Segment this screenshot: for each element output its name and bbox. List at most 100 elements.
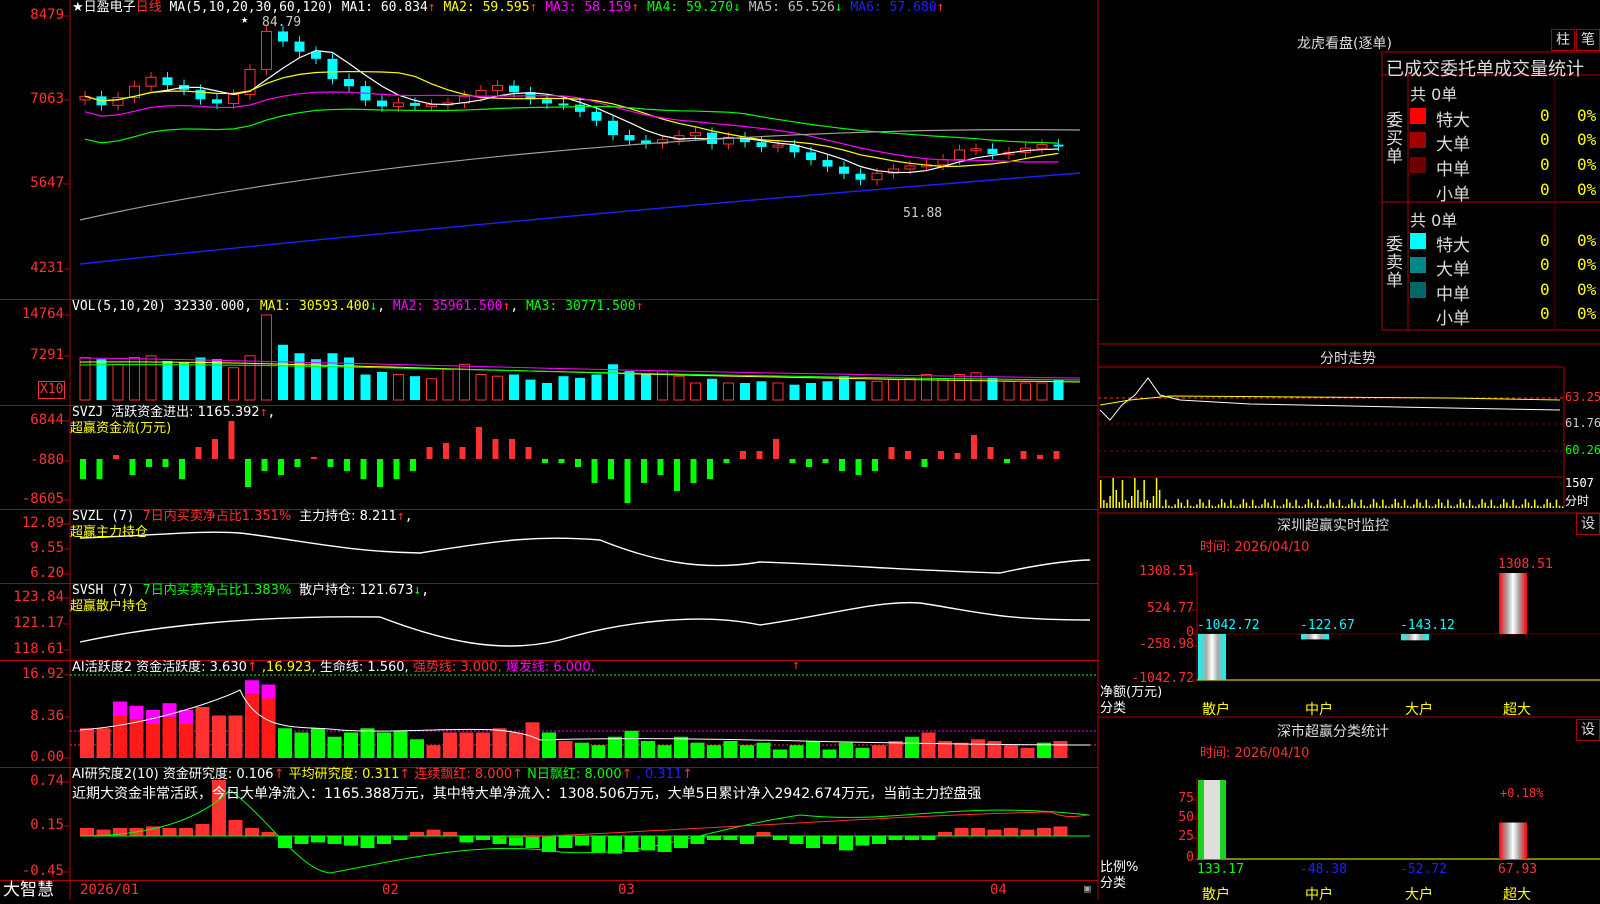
- svzj-bar: [872, 459, 878, 471]
- vol-ma-label-3: MA3: 30771.500: [525, 299, 636, 314]
- fenshi-vol-bar: [1518, 506, 1520, 508]
- classify-category-2: 大户: [1405, 887, 1433, 903]
- stock-name[interactable]: ★日盈电子: [72, 0, 136, 15]
- fenshi-vol-bar: [1351, 499, 1353, 508]
- huoyue-bar: [839, 742, 853, 758]
- huoyue-bar: [360, 728, 375, 758]
- monitor-bar-1: [1301, 634, 1329, 640]
- ma-label-4: MA4: 59.270: [646, 0, 734, 15]
- yanjiu-item-4: N日飘红: 8.000: [527, 767, 622, 782]
- vol-bar-up: [1003, 380, 1015, 401]
- buy-row-count-3: 0: [1540, 180, 1550, 199]
- huoyue-cap: [179, 710, 193, 724]
- buy-swatch-0: [1410, 108, 1426, 124]
- fenshi-vol-bar: [1416, 499, 1418, 508]
- candle-down: [212, 99, 222, 104]
- fenshi-vol-bar: [1162, 506, 1164, 508]
- vol-bar-up: [937, 378, 949, 401]
- huoyue-cap: [162, 703, 177, 718]
- fenshi-vol-bar: [1298, 505, 1300, 508]
- candle-down: [195, 89, 206, 100]
- vol-bar-down: [641, 374, 651, 400]
- fenshi-vol-bar: [1527, 502, 1530, 508]
- vol-bar-down: [195, 357, 206, 400]
- vol-ma-label-2: MA2: 35961.500: [392, 299, 503, 314]
- huoyue-bar: [459, 732, 474, 758]
- fenshi-vol-bar: [1425, 499, 1427, 508]
- ma-arrow-5: ↓: [834, 0, 843, 15]
- svzj-bar: [954, 453, 961, 459]
- yanjiu-bar: [327, 836, 342, 844]
- huoyue-bar: [971, 739, 985, 758]
- fenshi-vol-bar: [1320, 505, 1322, 508]
- fenshi-vol-bar: [1205, 506, 1207, 508]
- candle-down: [575, 104, 585, 112]
- yanjiu-bar: [1020, 829, 1035, 836]
- ma1-line: [84, 49, 1059, 174]
- huoyue-bar: [113, 715, 127, 758]
- yanjiu-bar: [245, 828, 259, 836]
- fenshi-vol-bar: [1503, 499, 1505, 508]
- candle-up: [970, 148, 982, 152]
- huoyue-bar: [492, 728, 507, 758]
- svzj-bar: [624, 459, 631, 503]
- svsh-yaxis-2: 118.61: [13, 641, 64, 657]
- vol-bar-down: [806, 383, 816, 400]
- monitor-bar-3: [1499, 573, 1527, 634]
- huoyue-bar: [558, 741, 573, 758]
- svzj-bar: [608, 459, 614, 479]
- fenshi-vol-bar: [1233, 505, 1235, 508]
- svzj-bar: [591, 459, 598, 483]
- huoyue-bar: [80, 728, 94, 758]
- sell-row-name-0: 特大: [1436, 236, 1470, 256]
- lock-icon[interactable]: ▣: [1084, 882, 1091, 895]
- sep: [741, 0, 749, 15]
- buy-row-count-0: 0: [1540, 106, 1550, 125]
- yanjiu-bar: [888, 836, 903, 840]
- fenshi-vol-bar: [1369, 504, 1372, 508]
- period-label[interactable]: 日线: [136, 0, 162, 15]
- vol-bar-up: [261, 314, 272, 401]
- svzj-bar: [459, 447, 466, 459]
- huoyue-bar: [723, 741, 738, 758]
- huoyue-bar: [921, 732, 936, 758]
- column-button[interactable]: 柱: [1551, 29, 1575, 51]
- fenshi-vol-bar: [1264, 499, 1266, 508]
- yanjiu-bar: [674, 836, 688, 848]
- yanjiu-bar: [377, 836, 391, 844]
- fenshi-vol-bar: [1546, 499, 1548, 508]
- vol-bar-up: [690, 382, 701, 401]
- fenshi-vol-bar: [1465, 506, 1468, 508]
- candle-down: [1053, 144, 1064, 147]
- classify-value-label-0: 133.17: [1197, 862, 1244, 877]
- svzj-bar: [278, 459, 284, 475]
- vol-bar-down: [558, 376, 569, 400]
- yanjiu-yaxis-2: -0.45: [21, 863, 64, 879]
- fenshi-vol-bar: [1385, 505, 1387, 508]
- yanjiu-arrow-4: ↑: [621, 767, 633, 782]
- monitor-yaxis-3: -258.98: [1139, 637, 1194, 652]
- monitor-settings-button[interactable]: 设: [1576, 513, 1600, 535]
- fenshi-vol-bar: [1180, 502, 1183, 508]
- svzj-bar: [311, 457, 317, 459]
- vol-bar-up: [244, 355, 256, 401]
- classify-settings-button[interactable]: 设: [1576, 719, 1600, 741]
- classify-pct-label: +0.18%: [1500, 786, 1544, 800]
- tick-button[interactable]: 笔: [1576, 29, 1600, 51]
- yanjiu-bar: [294, 836, 309, 844]
- fenshi-vol-bar: [1382, 499, 1384, 508]
- huoyue-bar: [674, 736, 688, 758]
- yanjiu-item-5: , 0.311: [636, 767, 683, 782]
- yanjiu-bar: [195, 824, 210, 836]
- vol-yaxis-1: 7291: [30, 347, 64, 363]
- fenshi-vol-bar: [1158, 490, 1161, 508]
- huoyue-bar: [410, 739, 424, 758]
- svzj-bar: [773, 439, 779, 459]
- xaxis-label-3: 04: [990, 882, 1007, 898]
- huoyue-bar: [806, 741, 820, 758]
- fenshi-vol-bar: [1478, 504, 1480, 508]
- fenshi-vol-bar: [1155, 478, 1158, 508]
- yanjiu-arrow-3: ↑: [512, 767, 524, 782]
- monitor-category-0: 散户: [1202, 702, 1230, 718]
- vol-bar-down: [278, 344, 288, 400]
